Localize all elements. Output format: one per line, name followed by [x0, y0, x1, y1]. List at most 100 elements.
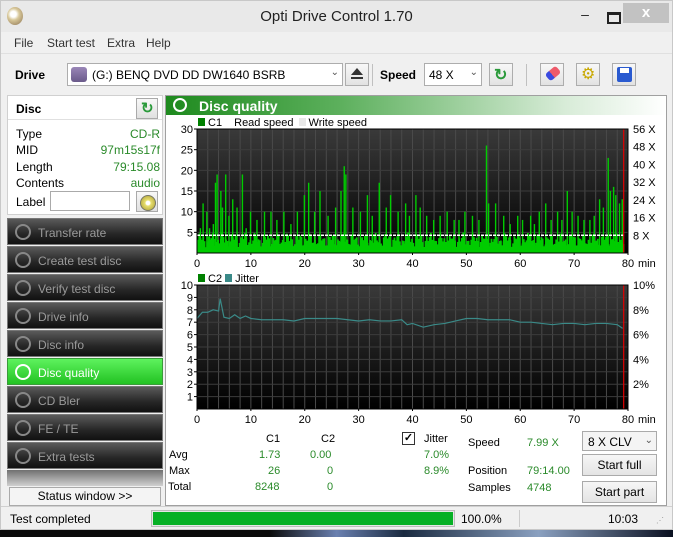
- x-tick-label: 10: [245, 414, 257, 426]
- stats-max-c2: 0: [327, 465, 334, 477]
- y-tick-label: 4: [187, 354, 193, 366]
- c1-bar: [371, 215, 373, 253]
- c1-bar: [503, 215, 505, 253]
- c1-bar: [529, 215, 532, 253]
- y2-tick-label: 8%: [633, 305, 649, 317]
- c1-bar: [425, 215, 428, 253]
- c1-bar: [415, 195, 417, 253]
- x-tick-label: 70: [568, 258, 580, 270]
- y-tick-label: 2: [187, 379, 193, 391]
- y-tick-label: 30: [181, 124, 193, 136]
- c1-bar: [359, 211, 362, 253]
- resize-grip-icon[interactable]: ⋰: [656, 516, 664, 525]
- c1-bar: [385, 207, 387, 253]
- stats-avg-label: Avg: [169, 449, 188, 461]
- stats-total-c2: 0: [327, 481, 334, 493]
- c1-bar: [334, 207, 337, 253]
- y2-tick-label: 48 X: [633, 142, 656, 154]
- c1-bar: [199, 228, 202, 253]
- c1-bar: [509, 224, 511, 253]
- x-axis-unit: min: [638, 258, 656, 270]
- y-tick-label: 9: [187, 292, 193, 304]
- c1-bar: [446, 211, 448, 253]
- c1-bar: [241, 174, 244, 253]
- c1-bar: [538, 211, 540, 253]
- status-bar: Test completed 100.0% 10:03 ⋰: [1, 506, 672, 529]
- c1-bar: [577, 215, 579, 253]
- c1-bar: [621, 199, 623, 253]
- position-label: Position: [468, 465, 508, 477]
- y-tick-label: 25: [181, 145, 193, 157]
- c1-bar: [458, 219, 460, 253]
- c1-bar: [340, 191, 342, 253]
- y-tick-label: 10: [181, 280, 193, 292]
- stats-total-label: Total: [168, 481, 192, 493]
- c1-bar: [618, 203, 621, 253]
- c1-bar: [602, 207, 605, 253]
- x-tick-label: 60: [514, 258, 526, 270]
- app-window: Opti Drive Control 1.70 – x File Start t…: [0, 0, 673, 530]
- y-tick-label: 6: [187, 330, 193, 342]
- y-tick-label: 1: [187, 392, 193, 404]
- y-tick-label: 8: [187, 305, 193, 317]
- x-tick-label: 10: [245, 258, 257, 270]
- y2-tick-label: 24 X: [633, 195, 656, 207]
- c1-bar: [566, 191, 568, 253]
- x-tick-label: 80: [622, 258, 634, 270]
- c1-bar: [296, 211, 299, 253]
- c1-bar: [366, 195, 369, 253]
- test-speed-value: 8 X CLV: [588, 435, 632, 449]
- progress-fill: [153, 512, 453, 525]
- c1-bar: [378, 182, 380, 253]
- c1-bar: [263, 211, 266, 253]
- c1-bar: [303, 195, 306, 253]
- x-tick-label: 60: [514, 414, 526, 426]
- c1-bar: [598, 199, 601, 253]
- jitter-checkbox[interactable]: ✓: [402, 432, 415, 445]
- start-full-button[interactable]: Start full: [582, 454, 657, 476]
- x-tick-label: 40: [406, 258, 418, 270]
- c1-bar: [478, 219, 480, 253]
- y2-tick-label: 4%: [633, 354, 649, 366]
- c1-bar: [313, 211, 316, 253]
- y2-tick-label: 6%: [633, 330, 649, 342]
- c1-bar: [561, 219, 563, 253]
- x-tick-label: 80: [622, 414, 634, 426]
- y2-tick-label: 32 X: [633, 177, 656, 189]
- x-tick-label: 30: [353, 414, 365, 426]
- progress-percent: 100.0%: [461, 512, 502, 526]
- c1-bar: [389, 195, 392, 253]
- c1-bar: [432, 219, 435, 253]
- c1-bar: [397, 211, 399, 253]
- c1-bar: [589, 219, 591, 253]
- y-tick-label: 20: [181, 165, 193, 177]
- y2-tick-label: 16 X: [633, 213, 656, 225]
- status-divider: [519, 510, 520, 527]
- x-tick-label: 0: [194, 414, 200, 426]
- stats-col-c1: C1: [266, 433, 281, 445]
- c1-bar: [216, 174, 218, 253]
- c1-bar: [256, 219, 258, 253]
- y-tick-label: 15: [181, 186, 193, 198]
- c1-bar: [571, 211, 573, 253]
- c1-bar: [593, 215, 595, 253]
- y-tick-label: 7: [187, 317, 193, 329]
- test-speed-select[interactable]: 8 X CLV ⌄: [582, 431, 657, 451]
- start-part-button[interactable]: Start part: [582, 481, 657, 503]
- c1-bar: [228, 215, 230, 253]
- c1-bar: [290, 224, 292, 253]
- c1-bar: [276, 219, 278, 253]
- x-axis-unit: min: [638, 414, 656, 426]
- stats-max-c1: 26: [268, 465, 281, 477]
- elapsed-time: 10:03: [608, 512, 639, 526]
- stats-total-c1: 8248: [255, 481, 280, 493]
- c1-bar: [404, 203, 407, 253]
- y2-tick-label: 10%: [633, 280, 655, 292]
- stats-avg-jitter: 7.0%: [424, 449, 450, 461]
- c1-bar: [319, 191, 321, 253]
- y-tick-label: 3: [187, 367, 193, 379]
- c1-bar: [607, 157, 609, 253]
- c1-bar: [225, 174, 227, 253]
- c1-bar: [464, 211, 466, 253]
- x-tick-label: 20: [299, 414, 311, 426]
